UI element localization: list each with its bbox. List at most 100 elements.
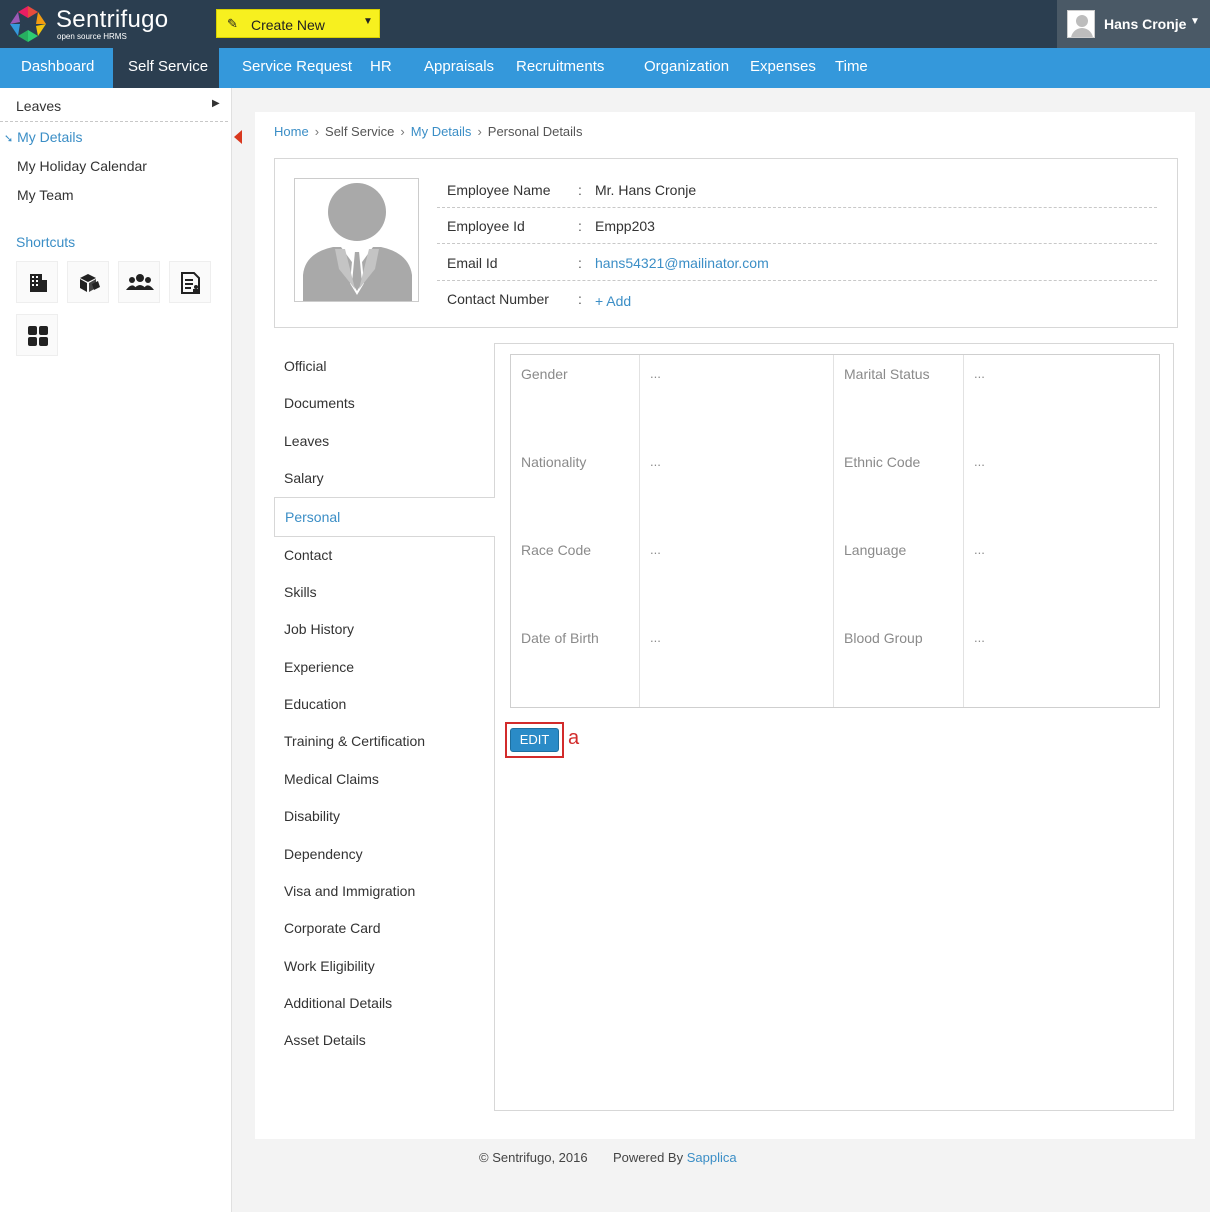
user-menu[interactable]: Hans Cronje ▼ — [1057, 0, 1210, 48]
nav-time[interactable]: Time — [835, 48, 868, 88]
email-id-label: Email Id — [447, 255, 498, 271]
nationality-value: ... — [650, 454, 661, 469]
tab-dependency[interactable]: Dependency — [274, 836, 495, 873]
grid-column — [511, 355, 640, 707]
logo[interactable]: Sentrifugo open source HRMS — [8, 4, 188, 44]
breadcrumb-my-details[interactable]: My Details — [411, 124, 472, 139]
shortcut-document[interactable] — [169, 261, 211, 303]
sidebar-item-label: My Details — [17, 129, 83, 145]
breadcrumb-self-service: Self Service — [325, 124, 395, 139]
nav-hr[interactable]: HR — [370, 48, 392, 88]
tab-job-history[interactable]: Job History — [274, 611, 495, 648]
tab-leaves[interactable]: Leaves — [274, 423, 495, 460]
tab-corporate-card[interactable]: Corporate Card — [274, 910, 495, 947]
employee-summary-card: Employee Name : Mr. Hans Cronje Employee… — [274, 158, 1178, 328]
chevron-down-icon: ▼ — [1190, 16, 1200, 27]
grid-column — [640, 355, 834, 707]
separator-colon: : — [578, 255, 582, 271]
sidebar-item-label: Leaves — [16, 98, 62, 114]
tab-contact[interactable]: Contact — [274, 537, 495, 574]
nav-organization[interactable]: Organization — [644, 48, 729, 88]
brand-tagline: open source HRMS — [57, 32, 127, 41]
breadcrumb-current: Personal Details — [487, 124, 583, 139]
building-icon — [30, 274, 47, 292]
contact-number-row: Contact Number : + Add — [437, 281, 1157, 317]
main-nav: Dashboard Self Service Service Request H… — [0, 48, 1210, 88]
grid-icon — [28, 326, 48, 346]
tab-personal[interactable]: Personal — [274, 497, 495, 537]
top-bar: Sentrifugo open source HRMS ✎ Create New… — [0, 0, 1210, 48]
nav-self-service[interactable]: Self Service — [113, 48, 219, 88]
nav-expenses[interactable]: Expenses — [750, 48, 816, 88]
chevron-down-icon: ▼ — [363, 16, 373, 27]
blood-group-value: ... — [974, 630, 985, 645]
employee-id-label: Employee Id — [447, 218, 525, 234]
breadcrumb-home[interactable]: Home — [274, 124, 309, 139]
nav-appraisals[interactable]: Appraisals — [424, 48, 494, 88]
document-icon — [181, 272, 200, 294]
race-code-label: Race Code — [521, 542, 592, 558]
tab-experience[interactable]: Experience — [274, 649, 495, 686]
annotation-label: a — [568, 727, 580, 749]
employee-photo — [294, 178, 419, 302]
tab-documents[interactable]: Documents — [274, 385, 495, 422]
sidebar-item-my-holiday-calendar[interactable]: My Holiday Calendar — [17, 158, 147, 174]
brand-name: Sentrifugo — [56, 6, 169, 33]
sidebar-item-my-team[interactable]: My Team — [17, 187, 74, 203]
shortcut-boxes[interactable] — [67, 261, 109, 303]
create-new-label: Create New — [251, 17, 325, 33]
nav-dashboard[interactable]: Dashboard — [0, 48, 113, 88]
sapplica-link[interactable]: Sapplica — [687, 1150, 737, 1165]
sidebar-item-label: My Holiday Calendar — [17, 158, 147, 174]
separator-colon: : — [578, 182, 582, 198]
ethnic-code-value: ... — [974, 454, 985, 469]
tab-additional-details[interactable]: Additional Details — [274, 985, 495, 1022]
tab-salary[interactable]: Salary — [274, 460, 495, 497]
blood-group-label: Blood Group — [844, 630, 923, 646]
edit-button[interactable]: EDIT — [510, 728, 559, 752]
nationality-label: Nationality — [521, 454, 587, 470]
tab-education[interactable]: Education — [274, 686, 495, 723]
tab-official[interactable]: Official — [274, 348, 495, 385]
gender-label: Gender — [521, 366, 568, 382]
sidebar-item-leaves[interactable]: Leaves — [16, 98, 61, 114]
add-contact-link[interactable]: + Add — [595, 293, 631, 309]
user-name: Hans Cronje — [1104, 16, 1187, 32]
email-id-row: Email Id : hans54321@mailinator.com — [437, 245, 1157, 281]
tab-training-certification[interactable]: Training & Certification — [274, 723, 495, 760]
breadcrumb-separator: › — [314, 124, 320, 139]
shortcut-grid[interactable] — [16, 314, 58, 356]
language-label: Language — [844, 542, 907, 558]
pencil-icon: ✎ — [227, 16, 238, 31]
tab-asset-details[interactable]: Asset Details — [274, 1022, 495, 1059]
sidebar-item-my-details[interactable]: ➘ My Details — [4, 129, 82, 145]
shortcuts-title: Shortcuts — [16, 234, 76, 250]
personal-details-grid: Gender ... Marital Status ... Nationalit… — [510, 354, 1160, 708]
shortcut-building[interactable] — [16, 261, 58, 303]
gender-value: ... — [650, 366, 661, 381]
email-link[interactable]: hans54321@mailinator.com — [595, 255, 769, 271]
sidebar-item-label: My Team — [17, 187, 74, 203]
people-icon — [126, 274, 154, 290]
language-value: ... — [974, 542, 985, 557]
tab-skills[interactable]: Skills — [274, 574, 495, 611]
grid-column — [834, 355, 964, 707]
breadcrumb-separator: › — [477, 124, 482, 139]
chevron-right-icon[interactable]: ▶ — [212, 98, 220, 109]
date-of-birth-label: Date of Birth — [521, 630, 599, 646]
date-of-birth-value: ... — [650, 630, 661, 645]
employee-name-row: Employee Name : Mr. Hans Cronje — [437, 172, 1157, 208]
tab-visa-immigration[interactable]: Visa and Immigration — [274, 873, 495, 910]
nav-recruitments[interactable]: Recruitments — [516, 48, 604, 88]
separator-colon: : — [578, 291, 582, 307]
shortcut-people[interactable] — [118, 261, 160, 303]
tab-work-eligibility[interactable]: Work Eligibility — [274, 948, 495, 985]
tab-medical-claims[interactable]: Medical Claims — [274, 761, 495, 798]
race-code-value: ... — [650, 542, 661, 557]
nav-service-request[interactable]: Service Request — [242, 48, 352, 88]
sidebar-collapse-icon[interactable] — [234, 130, 242, 144]
tab-disability[interactable]: Disability — [274, 798, 495, 835]
create-new-button[interactable]: ✎ Create New ▼ — [216, 9, 380, 38]
boxes-icon — [80, 274, 100, 292]
footer-copyright: © Sentrifugo, 2016 — [479, 1150, 588, 1165]
